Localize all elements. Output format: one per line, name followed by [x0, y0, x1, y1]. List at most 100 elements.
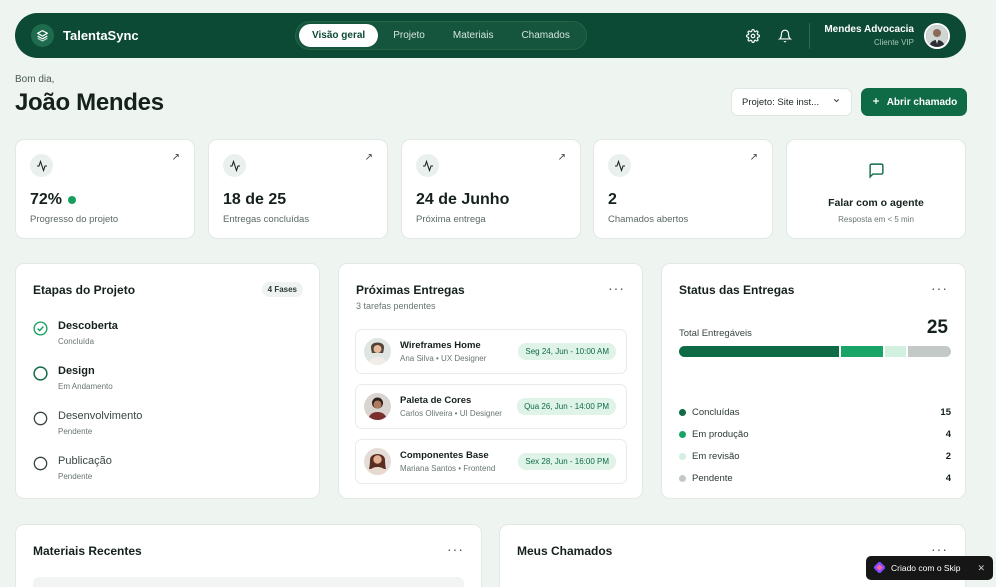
notifications-bell-icon[interactable]	[773, 24, 797, 48]
panel-title: Materiais Recentes	[33, 544, 142, 558]
delivery-item[interactable]: Componentes Base Mariana Santos • Fronten…	[355, 439, 627, 484]
recent-materials-panel: Materiais Recentes ···	[15, 524, 482, 587]
divider	[809, 22, 811, 49]
legend-dot	[679, 453, 686, 460]
empty-circle-icon	[33, 456, 48, 471]
account-role: Cliente VIP	[873, 38, 914, 47]
created-with-skip-badge[interactable]: Criado com o Skip ✕	[866, 556, 993, 580]
project-select[interactable]: Projeto: Site inst...	[731, 88, 852, 116]
panel-title: Próximas Entregas	[356, 283, 465, 297]
legend-value: 4	[945, 473, 951, 484]
delivery-date-badge: Seg 24, Jun - 10:00 AM	[518, 343, 616, 360]
kpi-card-progress[interactable]: ↗ 72% Progresso do projeto	[15, 139, 195, 239]
kpi-value: 2	[608, 191, 617, 208]
brand[interactable]: TalentaSync	[31, 24, 139, 47]
arrow-up-right-icon[interactable]: ↗	[172, 152, 180, 163]
arrow-up-right-icon[interactable]: ↗	[365, 152, 373, 163]
close-icon[interactable]: ✕	[977, 563, 985, 574]
stage-item[interactable]: Descoberta Concluída	[33, 320, 118, 346]
open-ticket-label: Abrir chamado	[886, 96, 958, 108]
panel-title: Etapas do Projeto	[33, 283, 136, 297]
user-avatar[interactable]	[924, 22, 950, 49]
tab-overview[interactable]: Visão geral	[299, 24, 379, 47]
avatar	[364, 393, 391, 420]
kpi-label: Progresso do projeto	[30, 214, 119, 225]
stage-status: Em Andamento	[58, 382, 113, 391]
legend-row: Concluídas 15	[679, 407, 951, 418]
kpi-card-next-delivery[interactable]: ↗ 24 de Junho Próxima entrega	[401, 139, 581, 239]
avatar	[364, 448, 391, 475]
in-progress-icon	[33, 366, 48, 381]
activity-icon	[416, 154, 439, 177]
legend-dot	[679, 475, 686, 482]
kpi-value: 72%	[30, 191, 63, 208]
stage-status: Concluída	[58, 337, 95, 346]
kpi-label: Entregas concluídas	[223, 214, 310, 225]
kpi-card-open-tickets[interactable]: ↗ 2 Chamados abertos	[593, 139, 773, 239]
stage-name: Design	[58, 365, 95, 377]
more-options-icon[interactable]: ···	[447, 542, 464, 556]
main-nav: Visão geral Projeto Materiais Chamados	[295, 21, 587, 50]
avatar	[364, 338, 391, 365]
delivery-owner: Ana Silva • UX Designer	[400, 354, 487, 363]
legend-row: Em produção 4	[679, 429, 951, 440]
delivery-name: Paleta de Cores	[400, 395, 472, 406]
status-bar-segment	[908, 346, 951, 357]
kpi-label: Chamados abertos	[608, 214, 689, 225]
legend-value: 15	[940, 407, 951, 418]
check-circle-icon	[33, 321, 48, 336]
arrow-up-right-icon[interactable]: ↗	[558, 152, 566, 163]
delivery-status-panel: Status das Entregas ··· Total Entregávei…	[661, 263, 966, 499]
activity-icon	[223, 154, 246, 177]
total-label: Total Entregáveis	[679, 328, 752, 339]
page-title: João Mendes	[15, 89, 164, 116]
kpi-card-deliveries[interactable]: ↗ 18 de 25 Entregas concluídas	[208, 139, 388, 239]
project-select-value: Projeto: Site inst...	[742, 96, 820, 108]
status-bar-segment	[840, 346, 884, 357]
greeting-hello: Bom dia,	[15, 74, 55, 85]
activity-icon	[30, 154, 53, 177]
phases-badge: 4 Fases	[261, 282, 303, 297]
account-company: Mendes Advocacia	[824, 24, 914, 35]
account-info[interactable]: Mendes Advocacia Cliente VIP	[824, 24, 914, 47]
legend-value: 4	[945, 429, 951, 440]
stage-item[interactable]: Desenvolvimento Pendente	[33, 410, 142, 436]
legend-dot	[679, 409, 686, 416]
stage-item[interactable]: Publicação Pendente	[33, 455, 112, 481]
more-options-icon[interactable]: ···	[608, 281, 625, 295]
legend-dot	[679, 431, 686, 438]
legend-row: Pendente 4	[679, 473, 951, 484]
chat-icon	[787, 162, 965, 184]
tab-tickets[interactable]: Chamados	[508, 24, 582, 47]
panel-title: Meus Chamados	[517, 544, 613, 558]
panel-title: Status das Entregas	[679, 283, 795, 297]
delivery-date-badge: Qua 26, Jun - 14:00 PM	[517, 398, 616, 415]
agent-title: Falar com o agente	[828, 197, 924, 209]
settings-gear-icon[interactable]	[741, 24, 765, 48]
panel-subtitle: 3 tarefas pendentes	[356, 301, 436, 311]
stage-name: Desenvolvimento	[58, 410, 143, 422]
stage-name: Publicação	[58, 455, 112, 467]
skip-badge-label: Criado com o Skip	[891, 563, 961, 573]
delivery-date-badge: Sex 28, Jun - 16:00 PM	[518, 453, 616, 470]
delivery-item[interactable]: Paleta de Cores Carlos Oliveira • UI Desi…	[355, 384, 627, 429]
kpi-value: 24 de Junho	[416, 191, 510, 208]
status-stacked-bar	[679, 346, 951, 357]
total-value: 25	[926, 317, 948, 338]
plus-icon	[871, 96, 881, 109]
chevron-down-icon	[832, 96, 841, 108]
activity-icon	[608, 154, 631, 177]
tab-materials[interactable]: Materiais	[440, 24, 507, 47]
delivery-name: Wireframes Home	[400, 340, 481, 351]
delivery-item[interactable]: Wireframes Home Ana Silva • UX Designer S…	[355, 329, 627, 374]
stage-status: Pendente	[58, 427, 93, 436]
arrow-up-right-icon[interactable]: ↗	[750, 152, 758, 163]
brand-name: TalentaSync	[63, 28, 139, 43]
talk-to-agent-card[interactable]: Falar com o agente Resposta em < 5 min	[786, 139, 966, 239]
more-options-icon[interactable]: ···	[931, 542, 948, 556]
more-options-icon[interactable]: ···	[931, 281, 948, 295]
logo-icon	[31, 24, 54, 47]
tab-project[interactable]: Projeto	[380, 24, 438, 47]
open-ticket-button[interactable]: Abrir chamado	[861, 88, 967, 116]
stage-item[interactable]: Design Em Andamento	[33, 365, 113, 391]
